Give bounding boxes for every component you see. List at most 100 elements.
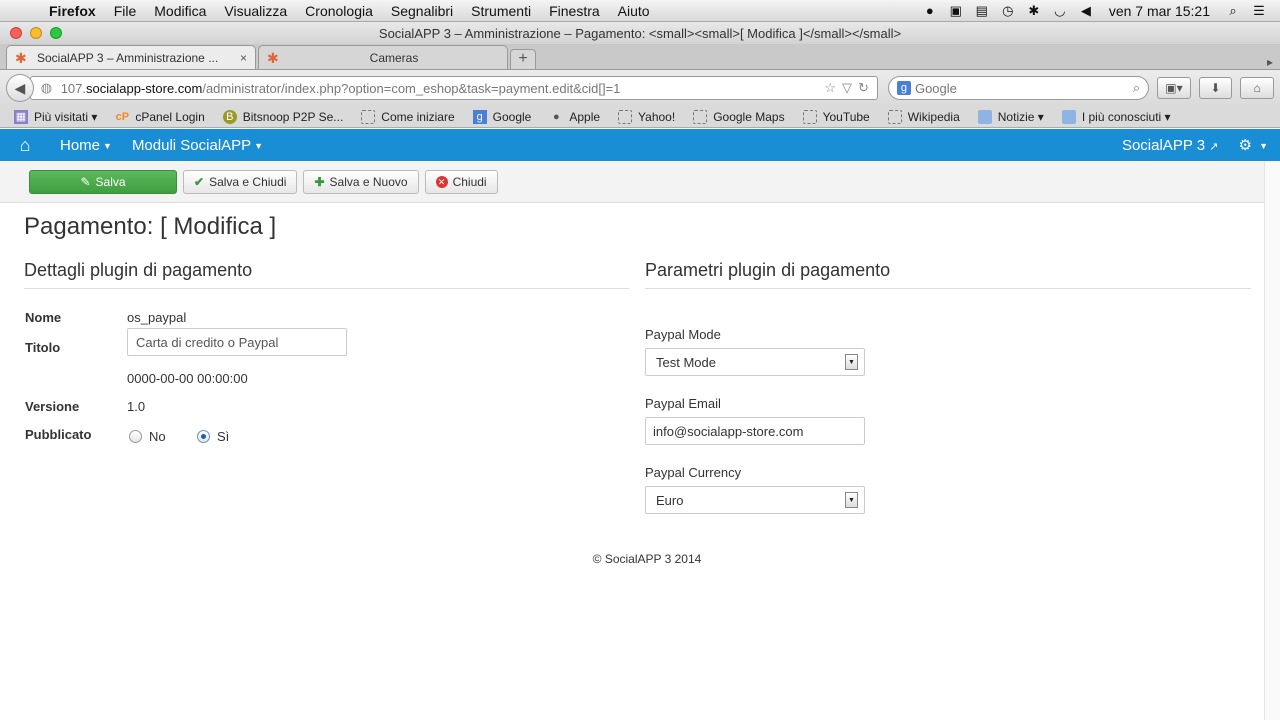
page-title: Pagamento: [ Modifica ] (24, 213, 277, 240)
reload-icon[interactable]: ↻ (858, 80, 869, 96)
bookmark-bitsnoop[interactable]: B Bitsnoop P2P Se... (222, 109, 343, 124)
time-machine-icon[interactable]: ◷ (995, 3, 1021, 19)
windows-icon[interactable]: ▤ (969, 3, 995, 19)
radio-unchecked-icon[interactable] (129, 430, 142, 443)
bookmark-yahoo[interactable]: Yahoo! (618, 109, 675, 124)
close-button[interactable]: ✕ Chiudi (424, 169, 498, 194)
mac-menubar: Firefox File Modifica Visualizza Cronolo… (0, 0, 1280, 22)
home-icon[interactable]: ⌂ (0, 135, 50, 156)
select-arrow-icon[interactable]: ▼ (845, 492, 858, 508)
paypal-email-input[interactable] (645, 417, 865, 445)
page-icon (693, 109, 708, 124)
tab-label: Cameras (369, 50, 419, 65)
menu-modifica[interactable]: Modifica (145, 3, 215, 19)
caret-down-icon: ▼ (254, 140, 264, 151)
bitsnoop-icon: B (222, 109, 237, 124)
zoom-window-button[interactable] (50, 27, 62, 39)
menu-aiuto[interactable]: Aiuto (609, 3, 659, 19)
bookmark-come-iniziare[interactable]: Come iniziare (361, 109, 455, 124)
menu-strumenti[interactable]: Strumenti (462, 3, 540, 19)
bookmark-cpanel[interactable]: cP cPanel Login (115, 110, 205, 124)
bookmark-folder-notizie[interactable]: Notizie ▾ (977, 109, 1044, 124)
camera-icon[interactable]: ▣ (943, 3, 969, 19)
menu-file[interactable]: File (105, 3, 146, 19)
select-arrow-icon[interactable]: ▼ (845, 354, 858, 370)
bookmark-star-icon[interactable]: ☆ (824, 80, 836, 96)
edit-icon: ✎ (80, 174, 91, 189)
bookmark-google-maps[interactable]: Google Maps (693, 109, 785, 124)
bookmark-wikipedia[interactable]: Wikipedia (887, 109, 960, 124)
google-search-engine-icon[interactable]: g (896, 81, 911, 95)
site-brand-link[interactable]: SocialAPP 3 ↗ (1122, 137, 1219, 154)
paypal-mode-select[interactable]: Test Mode ▼ (645, 348, 865, 376)
new-tab-button[interactable]: + (510, 49, 536, 69)
action-toolbar: ✎ Salva ✔ Salva e Chiudi ✚ Salva e Nuovo ✕ C… (0, 161, 1280, 203)
external-link-icon: ↗ (1209, 140, 1219, 153)
published-yes-radio[interactable]: Sì (197, 429, 229, 444)
window-titlebar: SocialAPP 3 – Amministrazione – Pagament… (0, 22, 1280, 44)
tab-list-icon[interactable]: ▸ (1260, 55, 1280, 69)
radio-checked-icon[interactable] (197, 430, 210, 443)
menu-app-firefox[interactable]: Firefox (40, 3, 105, 19)
history-dropdown-icon[interactable]: ▽ (842, 80, 852, 96)
screenshot-addon-button[interactable]: ▣▾ (1157, 77, 1191, 99)
menu-finestra[interactable]: Finestra (540, 3, 609, 19)
admin-navbar: ⌂ Home ▼ Moduli SocialAPP ▼ SocialAPP 3 ↗ … (0, 129, 1280, 161)
close-window-button[interactable] (10, 27, 22, 39)
tab-cameras[interactable]: ✱ Cameras (258, 45, 508, 69)
bookmark-youtube[interactable]: YouTube (802, 109, 870, 124)
notification-center-icon[interactable]: ☰ (1246, 3, 1272, 19)
evernote-icon[interactable]: ● (917, 3, 943, 18)
title-input[interactable] (127, 328, 347, 356)
paypal-currency-select[interactable]: Euro ▼ (645, 486, 865, 514)
nav-moduli-menu[interactable]: Moduli SocialAPP ▼ (122, 137, 273, 154)
tab-bar: ✱ SocialAPP 3 – Amministrazione ... × ✱ … (0, 44, 1280, 70)
wifi-icon[interactable]: ◡ (1047, 3, 1073, 19)
version-value: 1.0 (127, 399, 146, 414)
close-circle-icon: ✕ (435, 175, 448, 188)
cpanel-icon: cP (115, 110, 130, 123)
menubar-status-area: ● ▣ ▤ ◷ ✱ ◡ ◀ ven 7 mar 15:21 ⌕ ☰ (917, 3, 1280, 19)
menu-segnalibri[interactable]: Segnalibri (382, 3, 462, 19)
most-visited-icon: ▦ (14, 109, 28, 124)
back-button[interactable]: ◀ (6, 74, 34, 102)
tab-socialapp-admin[interactable]: ✱ SocialAPP 3 – Amministrazione ... × (6, 45, 256, 69)
paypal-currency-label: Paypal Currency (645, 465, 742, 480)
search-input[interactable]: Google (915, 81, 1133, 96)
menu-cronologia[interactable]: Cronologia (296, 3, 382, 19)
settings-gear-icon[interactable]: ⚙ ▼ (1238, 136, 1268, 154)
bookmark-folder-piu-conosciuti[interactable]: I più conosciuti ▾ (1061, 109, 1171, 124)
save-button[interactable]: ✎ Salva (29, 169, 177, 194)
close-tab-icon[interactable]: × (240, 51, 247, 65)
caret-down-icon: ▼ (103, 140, 112, 151)
save-new-button[interactable]: ✚ Salva e Nuovo (303, 169, 419, 194)
address-domain: socialapp-store.com (86, 80, 203, 96)
save-close-button[interactable]: ✔ Salva e Chiudi (183, 169, 298, 194)
page-scrollbar[interactable] (1264, 161, 1280, 720)
downloads-button[interactable]: ⬇ (1198, 77, 1233, 99)
bookmark-piu-visitati[interactable]: ▦ Più visitati ▾ (14, 109, 97, 124)
bluetooth-icon[interactable]: ✱ (1021, 3, 1047, 19)
admin-navbar-right: SocialAPP 3 ↗ ⚙ ▼ (1122, 136, 1280, 155)
nav-home-menu[interactable]: Home ▼ (50, 137, 122, 154)
google-icon: g (472, 109, 487, 124)
name-value: os_paypal (127, 310, 187, 325)
spotlight-search-icon[interactable]: ⌕ (1220, 3, 1246, 19)
minimize-window-button[interactable] (30, 27, 42, 39)
page-icon (618, 109, 633, 124)
globe-icon: ◍ (40, 80, 53, 95)
search-magnifier-icon[interactable]: ⌕ (1133, 80, 1140, 96)
search-bar[interactable]: g Google ⌕ (887, 76, 1150, 100)
details-divider (24, 288, 629, 289)
details-section-title: Dettagli plugin di pagamento (24, 260, 253, 280)
volume-icon[interactable]: ◀ (1073, 3, 1099, 19)
window-controls (0, 27, 80, 39)
bookmark-apple[interactable]: ● Apple (549, 110, 600, 124)
published-no-radio[interactable]: No (129, 429, 166, 444)
address-bar[interactable]: ◍ 107.socialapp-store.com/administrator/… (29, 76, 878, 100)
bookmark-google[interactable]: g Google (472, 109, 531, 124)
menu-visualizza[interactable]: Visualizza (215, 3, 296, 19)
menubar-clock[interactable]: ven 7 mar 15:21 (1099, 3, 1220, 19)
window-title: SocialAPP 3 – Amministrazione – Pagament… (378, 25, 902, 41)
home-button[interactable]: ⌂ (1240, 77, 1274, 99)
